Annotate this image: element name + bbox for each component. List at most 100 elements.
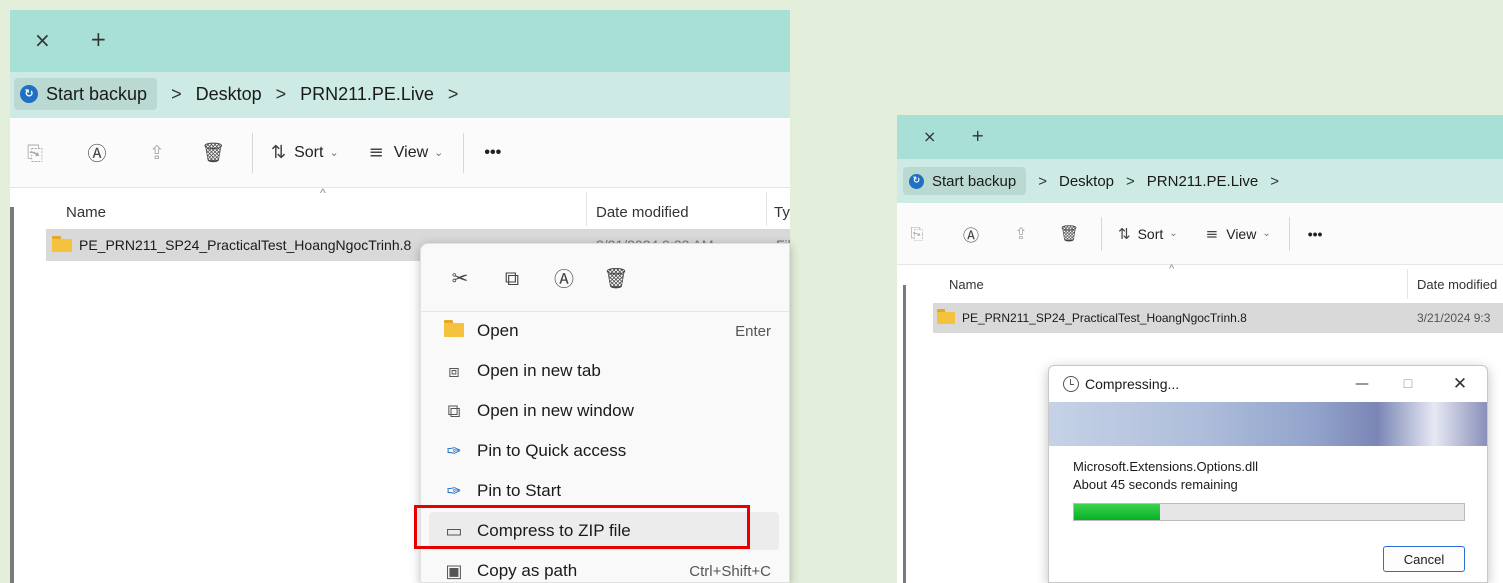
- column-type[interactable]: Ty: [774, 204, 790, 221]
- sort-icon: ⇅: [271, 142, 287, 163]
- column-divider: [766, 192, 767, 226]
- view-button[interactable]: ≡ View ⌄: [1206, 225, 1271, 243]
- menu-item-label: Open in new tab: [477, 361, 601, 380]
- menu-item-label: Copy as path: [477, 561, 578, 580]
- menu-item-open[interactable]: Open Enter: [429, 312, 779, 350]
- column-date-modified[interactable]: Date modified: [596, 204, 689, 221]
- start-backup-button[interactable]: ↻ Start backup: [14, 78, 158, 110]
- new-tab-icon[interactable]: +: [971, 128, 984, 144]
- progress-bar-fill: [1074, 504, 1160, 520]
- sort-label: Sort: [294, 143, 324, 161]
- more-options-button[interactable]: •••: [484, 144, 501, 162]
- breadcrumb-desktop[interactable]: Desktop: [196, 84, 262, 105]
- view-button[interactable]: ≡ View ⌄: [369, 142, 444, 163]
- new-window-icon: ⧉: [447, 400, 461, 422]
- toolbar-separator: [252, 132, 253, 173]
- share-icon[interactable]: ⇪: [140, 142, 174, 164]
- breadcrumb-desktop[interactable]: Desktop: [1059, 173, 1114, 190]
- minimize-button[interactable]: —: [1339, 366, 1385, 402]
- copy-icon[interactable]: ⧉: [495, 266, 529, 290]
- sort-button[interactable]: ⇅ Sort ⌄: [1118, 225, 1178, 243]
- tab-bar: × +: [897, 115, 1503, 159]
- menu-item-open-new-window[interactable]: ⧉ Open in new window: [429, 392, 779, 430]
- more-options-button[interactable]: •••: [1308, 226, 1323, 242]
- toolbar-separator: [1288, 216, 1290, 251]
- command-bar: ⎘ Ⓐ ⇪ 🗑 ⇅ Sort ⌄ ≡ View ⌄ •••: [10, 118, 790, 188]
- menu-item-label: Pin to Quick access: [477, 441, 627, 460]
- clock-icon: [1063, 376, 1079, 392]
- compress-dialog: Compressing... — ☐ ✕ Microsoft.Extension…: [1048, 365, 1488, 583]
- toolbar-separator: [463, 132, 465, 173]
- start-backup-button[interactable]: ↻ Start backup: [903, 167, 1027, 195]
- delete-icon[interactable]: 🗑: [196, 141, 230, 164]
- menu-item-label: Open in new window: [477, 401, 634, 420]
- start-backup-label: Start backup: [932, 172, 1017, 190]
- breadcrumb-folder[interactable]: PRN211.PE.Live: [1147, 173, 1258, 190]
- folder-open-icon: [439, 319, 469, 342]
- delete-icon[interactable]: 🗑: [1055, 224, 1083, 243]
- paste-icon[interactable]: ⎘: [18, 141, 52, 165]
- menu-item-shortcut: Ctrl+Shift+C: [689, 562, 771, 580]
- maximize-button[interactable]: ☐: [1385, 366, 1431, 402]
- chevron-right-icon[interactable]: >: [1270, 173, 1279, 190]
- view-label: View: [393, 143, 429, 161]
- breadcrumb-folder[interactable]: PRN211.PE.Live: [300, 84, 434, 105]
- file-name: PE_PRN211_SP24_PracticalTest_HoangNgocTr…: [962, 311, 1247, 325]
- breadcrumb: ↻ Start backup > Desktop > PRN211.PE.Liv…: [903, 167, 1291, 195]
- chevron-right-icon: >: [275, 83, 287, 104]
- toolbar-separator: [1101, 216, 1102, 251]
- menu-item-shortcut: Enter: [735, 322, 771, 340]
- share-icon[interactable]: ⇪: [1007, 224, 1035, 243]
- start-backup-label: Start backup: [46, 83, 148, 104]
- folder-icon: [52, 235, 72, 252]
- rename-icon[interactable]: Ⓐ: [80, 139, 114, 166]
- chevron-down-icon: ⌄: [1169, 228, 1178, 239]
- file-date: 3/21/2024 9:3: [1417, 311, 1491, 325]
- column-name[interactable]: Name: [66, 204, 106, 221]
- chevron-right-icon: >: [1038, 172, 1047, 190]
- cloud-backup-icon: ↻: [909, 173, 924, 189]
- chevron-down-icon: ⌄: [329, 146, 339, 159]
- column-date-modified[interactable]: Date modified: [1417, 277, 1497, 292]
- dialog-title: Compressing...: [1085, 376, 1180, 392]
- menu-item-open-new-tab[interactable]: ⧈ Open in new tab: [429, 352, 779, 390]
- sort-button[interactable]: ⇅ Sort ⌄: [271, 142, 339, 163]
- close-tab-icon[interactable]: ×: [34, 30, 51, 50]
- column-name[interactable]: Name: [949, 277, 984, 292]
- dialog-banner: [1049, 402, 1487, 446]
- new-tab-icon[interactable]: +: [90, 29, 107, 49]
- scrollbar[interactable]: [903, 285, 906, 583]
- sort-up-icon: ^: [1169, 263, 1175, 275]
- view-lines-icon: ≡: [1205, 224, 1219, 243]
- rename-icon[interactable]: Ⓐ: [547, 263, 581, 292]
- view-label: View: [1226, 225, 1257, 242]
- folder-icon: [937, 309, 955, 324]
- sort-up-icon: ^: [320, 186, 326, 200]
- menu-item-copy-as-path[interactable]: ▣ Copy as path Ctrl+Shift+C: [429, 552, 779, 583]
- command-bar: ⎘ Ⓐ ⇪ 🗑 ⇅ Sort ⌄ ≡ View ⌄ •••: [897, 203, 1503, 265]
- delete-icon[interactable]: 🗑: [599, 266, 633, 290]
- breadcrumb: ↻ Start backup > Desktop > PRN211.PE.Liv…: [14, 78, 472, 110]
- pin-icon: ✑: [446, 440, 462, 462]
- close-tab-icon[interactable]: ×: [923, 129, 936, 145]
- chevron-right-icon[interactable]: >: [448, 84, 459, 105]
- sort-icon: ⇅: [1118, 224, 1131, 243]
- cloud-backup-icon: ↻: [20, 85, 38, 103]
- close-button[interactable]: ✕: [1437, 366, 1483, 402]
- chevron-right-icon: >: [171, 83, 182, 104]
- menu-item-pin-quick-access[interactable]: ✑ Pin to Quick access: [429, 432, 779, 470]
- cut-icon[interactable]: ✂: [443, 266, 477, 290]
- menu-item-label: Open: [477, 321, 519, 340]
- paste-icon[interactable]: ⎘: [903, 224, 931, 244]
- scrollbar[interactable]: [10, 207, 14, 583]
- annotation-highlight-box: [414, 505, 750, 549]
- time-remaining-label: About 45 seconds remaining: [1073, 477, 1238, 492]
- column-divider: [1407, 269, 1408, 299]
- chevron-right-icon: >: [1126, 172, 1135, 190]
- new-tab-icon: ⧈: [448, 360, 460, 382]
- column-header: ^ Name Date modified: [897, 263, 1503, 301]
- file-row[interactable]: PE_PRN211_SP24_PracticalTest_HoangNgocTr…: [933, 303, 1503, 333]
- cancel-button[interactable]: Cancel: [1383, 546, 1465, 572]
- rename-icon[interactable]: Ⓐ: [957, 222, 985, 246]
- chevron-down-icon: ⌄: [434, 146, 444, 159]
